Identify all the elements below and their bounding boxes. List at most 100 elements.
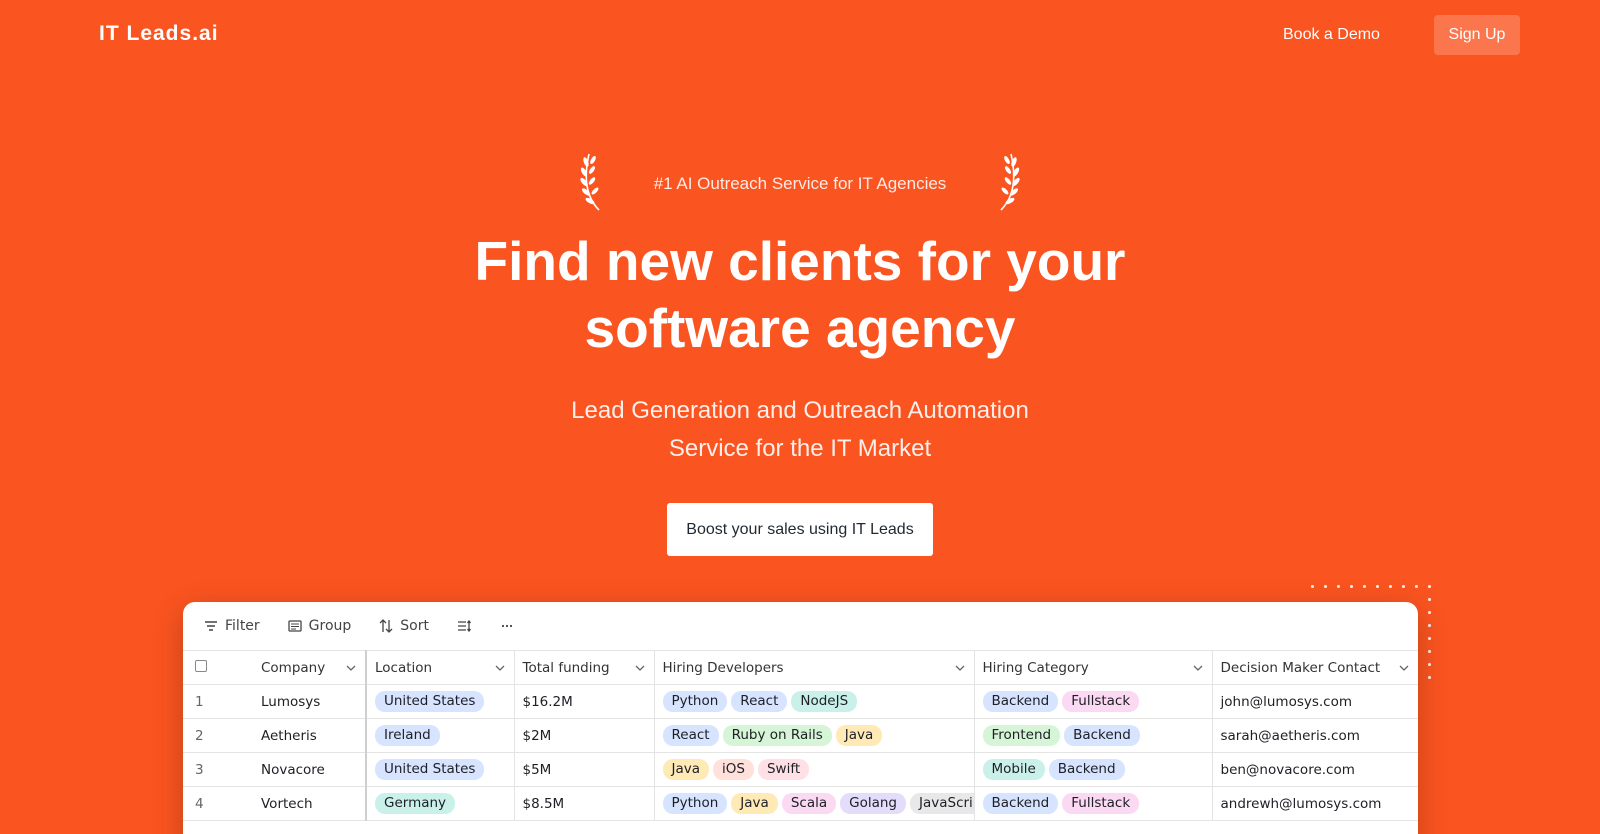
column-header-label: Total funding (522, 659, 610, 676)
group-icon (288, 620, 302, 632)
hiring-developers-cell[interactable]: Java iOS Swift (654, 752, 975, 787)
tag: Fullstack (1062, 691, 1140, 712)
tag: Fullstack (1062, 793, 1140, 814)
award-text: #1 AI Outreach Service for IT Agencies (653, 174, 947, 193)
row-index-cell: 4 (183, 786, 253, 821)
row-height-button[interactable] (456, 618, 472, 634)
hiring-developers-cell[interactable]: React Ruby on Rails Java (654, 718, 975, 753)
contact-cell[interactable]: andrewh@lumosys.com (1212, 786, 1418, 821)
logo[interactable]: IT Leads.ai (99, 22, 219, 46)
hiring-category-cell[interactable]: Backend Fullstack (974, 786, 1213, 821)
filter-button[interactable]: Filter (203, 618, 260, 634)
column-header[interactable]: Total funding (514, 650, 655, 685)
tag: United States (375, 759, 485, 780)
funding-cell[interactable]: $8.5M (514, 786, 655, 821)
company-cell[interactable]: Vortech (253, 786, 367, 821)
tag: JavaScript (910, 793, 973, 814)
sort-button[interactable]: Sort (378, 618, 429, 634)
hero-subhead: Lead Generation and Outreach Automation … (500, 392, 1100, 468)
column-header[interactable]: Decision Maker Contact (1212, 650, 1418, 685)
row-index-cell: 2 (183, 718, 253, 753)
contact-cell[interactable]: john@lumosys.com (1212, 684, 1418, 719)
tag: React (662, 725, 719, 746)
column-header-label: Hiring Category (982, 659, 1089, 676)
sort-icon (379, 619, 393, 633)
sort-label: Sort (400, 618, 429, 634)
column-header-label: Company (261, 659, 326, 676)
tag: Java (731, 793, 778, 814)
table-body: 1 Lumosys United States $16.2M Python React No… (183, 684, 1418, 821)
hero-headline: Find new clients for your software agenc… (400, 228, 1200, 362)
company-cell[interactable]: Lumosys (253, 684, 367, 719)
chevron-down-icon (495, 665, 504, 671)
filter-icon (205, 621, 217, 631)
column-header-label: Decision Maker Contact (1220, 659, 1381, 676)
hiring-category-cell[interactable]: Backend Fullstack (974, 684, 1213, 719)
tag: Swift (757, 759, 810, 780)
chevron-down-icon (346, 665, 356, 671)
chevron-down-icon (1399, 665, 1409, 671)
table-row[interactable]: 2 Aetheris Ireland $2M React Ruby on Rails Jav… (183, 718, 1418, 753)
contact-cell[interactable]: ben@novacore.com (1212, 752, 1418, 787)
select-all-checkbox[interactable] (195, 659, 207, 672)
column-header-label: Location (375, 659, 433, 676)
leads-table-preview: Filter Group Sort Company Location Total… (183, 602, 1418, 834)
filter-label: Filter (225, 618, 260, 634)
hiring-category-cell[interactable]: Mobile Backend (974, 752, 1213, 787)
company-cell[interactable]: Aetheris (253, 718, 367, 753)
tag: Backend (982, 793, 1059, 814)
tag: Backend (1048, 759, 1125, 780)
column-header[interactable]: Company (253, 650, 367, 685)
tag: Backend (1064, 725, 1140, 746)
hiring-category-cell[interactable]: Frontend Backend (974, 718, 1213, 753)
table-row[interactable]: 1 Lumosys United States $16.2M Python React No… (183, 684, 1418, 719)
table-toolbar: Filter Group Sort (183, 602, 1418, 650)
chevron-down-icon (635, 665, 644, 671)
tag: Ireland (375, 725, 440, 746)
headline-line-1: Find new clients for your (474, 230, 1126, 292)
laurel-right-icon (1000, 153, 1020, 211)
select-all-cell[interactable] (183, 650, 253, 685)
tag: Mobile (982, 759, 1045, 780)
tag: Golang (840, 793, 906, 814)
table-row[interactable]: 4 Vortech Germany $8.5M Python Java Scala Golan… (183, 786, 1418, 821)
hiring-developers-cell[interactable]: PythonJavaScalaGolangJavaScript (654, 786, 975, 821)
tag: Backend (982, 691, 1059, 712)
group-button[interactable]: Group (287, 618, 352, 634)
tag: Python (662, 691, 728, 712)
sign-up-button[interactable]: Sign Up (1434, 15, 1520, 55)
tag: iOS (713, 759, 754, 780)
subhead-line-1: Lead Generation and Outreach Automation (571, 397, 1029, 424)
more-icon (501, 624, 513, 628)
chevron-down-icon (955, 665, 964, 671)
row-index-cell: 1 (183, 684, 253, 719)
column-header-label: Hiring Developers (662, 659, 784, 676)
table-header-row: Company Location Total funding Hiring De… (183, 650, 1418, 685)
group-label: Group (308, 618, 352, 634)
tag: React (731, 691, 788, 712)
tag: Ruby on Rails (722, 725, 832, 746)
location-cell[interactable]: Germany (366, 786, 515, 821)
location-cell[interactable]: United States (366, 752, 515, 787)
tag: Frontend (982, 725, 1061, 746)
column-header[interactable]: Hiring Category (974, 650, 1213, 685)
contact-cell[interactable]: sarah@aetheris.com (1212, 718, 1418, 753)
book-demo-link[interactable]: Book a Demo (1283, 26, 1380, 44)
funding-cell[interactable]: $5M (514, 752, 655, 787)
chevron-down-icon (1193, 665, 1202, 671)
company-cell[interactable]: Novacore (253, 752, 367, 787)
row-index-cell: 3 (183, 752, 253, 787)
location-cell[interactable]: Ireland (366, 718, 515, 753)
column-header[interactable]: Location (366, 650, 515, 685)
column-header[interactable]: Hiring Developers (654, 650, 975, 685)
tag: United States (375, 691, 485, 712)
boost-sales-button[interactable]: Boost your sales using IT Leads (667, 503, 933, 556)
location-cell[interactable]: United States (366, 684, 515, 719)
hiring-developers-cell[interactable]: Python React NodeJS (654, 684, 975, 719)
table-row[interactable]: 3 Novacore United States $5M Java iOS Swift Mob… (183, 752, 1418, 787)
more-options-button[interactable] (499, 618, 515, 634)
funding-cell[interactable]: $16.2M (514, 684, 655, 719)
funding-cell[interactable]: $2M (514, 718, 655, 753)
subhead-line-2: Service for the IT Market (668, 435, 932, 462)
tag: Germany (375, 793, 456, 814)
